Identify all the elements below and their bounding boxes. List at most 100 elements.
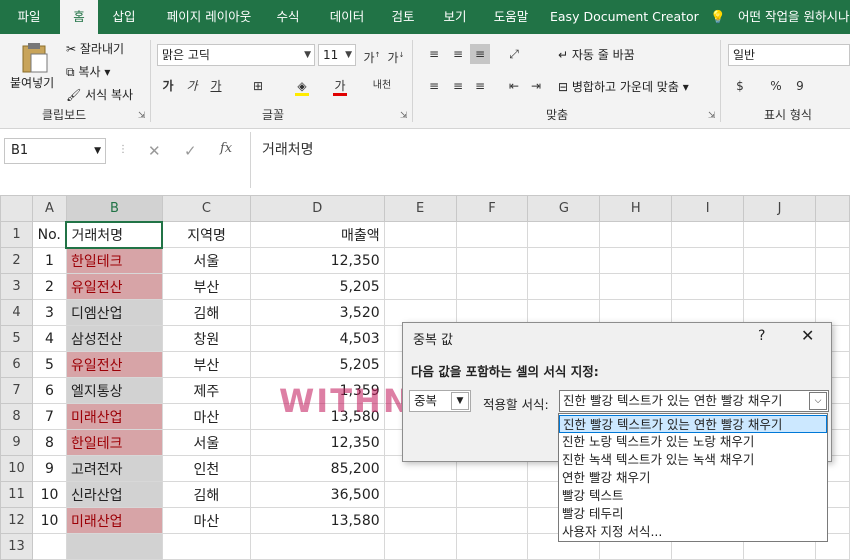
tell-me-search[interactable]: 어떤 작업을 원하시나 (738, 0, 850, 34)
format-option[interactable]: 진한 녹색 텍스트가 있는 녹색 채우기 (559, 451, 827, 469)
tab-file[interactable]: 파일 (4, 0, 54, 34)
align-center-icon[interactable]: ≡ (448, 76, 468, 96)
cell-b[interactable]: 미래산업 (65, 403, 163, 430)
format-option[interactable]: 빨강 테두리 (559, 505, 827, 523)
tab-easy-document-creator[interactable]: Easy Document Creator (550, 0, 699, 34)
alignment-launcher-icon[interactable]: ⇲ (708, 111, 716, 121)
bold-button[interactable]: 가 (158, 76, 178, 96)
cell-d[interactable]: 매출액 (249, 221, 385, 248)
phonetic-button[interactable]: 내천 (372, 76, 392, 96)
cell-empty[interactable] (527, 273, 601, 300)
cell-c[interactable]: 마산 (161, 403, 251, 430)
cell-a[interactable]: 10 (31, 481, 67, 508)
cell-empty[interactable] (743, 273, 816, 300)
cell-c[interactable]: 부산 (161, 273, 251, 300)
row-header[interactable]: 11 (0, 481, 33, 508)
cell-c[interactable]: 창원 (161, 325, 251, 352)
font-name-combo[interactable]: 맑은 고딕 ▼ (157, 44, 315, 66)
column-header-b[interactable]: B (65, 195, 163, 223)
column-header-g[interactable]: G (527, 195, 601, 222)
cell-d[interactable]: 12,350 (249, 247, 385, 274)
row-header[interactable]: 2 (0, 247, 33, 274)
cell-a[interactable] (31, 533, 67, 560)
cell-c[interactable]: 부산 (161, 351, 251, 378)
cell-c[interactable]: 서울 (161, 247, 251, 274)
row-header[interactable]: 8 (0, 403, 33, 430)
cell-empty[interactable] (383, 533, 457, 560)
cell-empty[interactable] (383, 507, 457, 534)
column-header-c[interactable]: C (161, 195, 251, 222)
cell-empty[interactable] (455, 221, 529, 248)
cell-d[interactable]: 12,350 (249, 429, 385, 456)
align-bottom-icon[interactable]: ≡ (470, 44, 490, 64)
cell-empty[interactable] (814, 221, 850, 248)
cell-b[interactable]: 한일테크 (65, 247, 163, 274)
select-all-corner[interactable] (0, 195, 33, 222)
column-header-i[interactable]: I (671, 195, 745, 222)
align-left-icon[interactable]: ≡ (424, 76, 444, 96)
column-header-a[interactable]: A (31, 195, 67, 222)
cell-a[interactable]: 5 (31, 351, 67, 378)
wrap-text-button[interactable]: ↵ 자동 줄 바꿈 (558, 46, 635, 63)
cell-empty[interactable] (527, 221, 601, 248)
orientation-icon[interactable]: ⤢ (504, 44, 524, 64)
cell-b[interactable]: 디엠산업 (65, 299, 163, 326)
italic-button[interactable]: 가 (182, 76, 202, 96)
number-format-combo[interactable]: 일반 (728, 44, 850, 66)
row-header[interactable]: 9 (0, 429, 33, 456)
currency-icon[interactable]: $ (730, 76, 750, 96)
cell-empty[interactable] (743, 221, 816, 248)
cell-b[interactable]: 미래산업 (65, 507, 163, 534)
underline-button[interactable]: 가 (206, 76, 226, 96)
cell-a[interactable]: 4 (31, 325, 67, 352)
clipboard-launcher-icon[interactable]: ⇲ (138, 111, 146, 121)
cell-empty[interactable] (455, 247, 529, 274)
merge-center-button[interactable]: ⊟ 병합하고 가운데 맞춤 ▾ (558, 78, 689, 95)
cell-empty[interactable] (671, 273, 745, 300)
tab-help[interactable]: 도움말 (486, 0, 536, 34)
cell-a[interactable]: 2 (31, 273, 67, 300)
cell-c[interactable]: 김해 (161, 481, 251, 508)
cell-c[interactable]: 마산 (161, 507, 251, 534)
close-button[interactable]: ✕ (801, 326, 814, 345)
cell-d[interactable]: 85,200 (249, 455, 385, 482)
cell-d[interactable]: 4,503 (249, 325, 385, 352)
border-icon[interactable]: ⊞ (248, 76, 268, 96)
insert-function-icon[interactable]: fx (220, 141, 232, 156)
cell-empty[interactable] (814, 247, 850, 274)
cell-empty[interactable] (527, 247, 601, 274)
cell-c[interactable] (161, 533, 251, 560)
cell-empty[interactable] (814, 273, 850, 300)
fill-color-icon[interactable]: ◈ (292, 76, 312, 96)
cell-d[interactable] (249, 533, 385, 560)
align-top-icon[interactable]: ≡ (424, 44, 444, 64)
enter-icon[interactable]: ✓ (184, 142, 197, 160)
format-option[interactable]: 진한 노랑 텍스트가 있는 노랑 채우기 (559, 433, 827, 451)
row-header[interactable]: 12 (0, 507, 33, 534)
cell-empty[interactable] (455, 533, 529, 560)
increase-font-icon[interactable]: 가↑ (362, 45, 382, 65)
help-button[interactable]: ? (758, 328, 765, 344)
column-header-f[interactable]: F (455, 195, 529, 222)
row-header[interactable]: 13 (0, 533, 33, 560)
cell-a[interactable]: 1 (31, 247, 67, 274)
cell-empty[interactable] (671, 221, 745, 248)
paste-icon[interactable] (20, 42, 50, 73)
tab-view[interactable]: 보기 (434, 0, 476, 34)
cell-empty[interactable] (455, 507, 529, 534)
comma-button[interactable]: 9 (790, 76, 810, 96)
cell-empty[interactable] (383, 247, 457, 274)
formula-content[interactable]: 거래처명 (262, 139, 314, 159)
cell-empty[interactable] (599, 247, 673, 274)
cell-d[interactable]: 36,500 (249, 481, 385, 508)
paste-button[interactable]: 붙여넣기 (10, 74, 54, 91)
cell-a[interactable]: 8 (31, 429, 67, 456)
format-option[interactable]: 연한 빨강 채우기 (559, 469, 827, 487)
column-header-j[interactable]: J (743, 195, 816, 222)
cell-c[interactable]: 김해 (161, 299, 251, 326)
cell-empty[interactable] (383, 221, 457, 248)
decrease-font-icon[interactable]: 가↓ (386, 45, 406, 65)
cell-empty[interactable] (671, 247, 745, 274)
font-size-combo[interactable]: 11 ▼ (318, 44, 356, 66)
cell-a[interactable]: No. (31, 221, 67, 248)
